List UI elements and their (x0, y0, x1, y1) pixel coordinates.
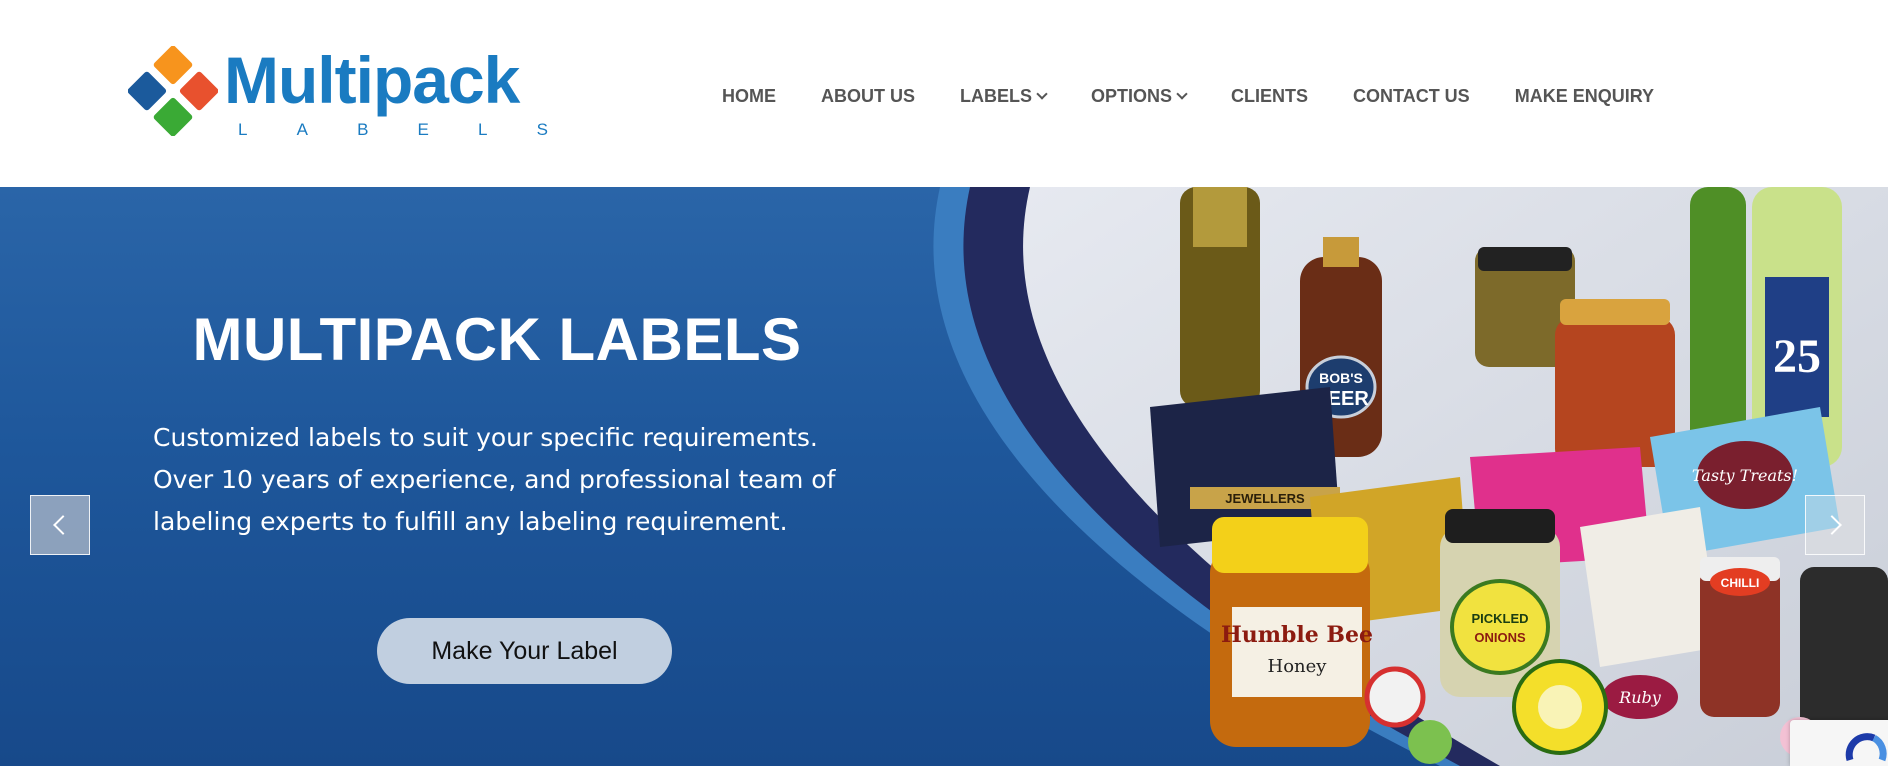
nav-label: LABELS (960, 85, 1032, 106)
photo-label: Honey (1268, 656, 1328, 677)
photo-label: CHILLI (1721, 576, 1760, 590)
logo-sub-letter: S (536, 120, 548, 139)
chevron-left-icon (53, 515, 73, 535)
nav-home[interactable]: HOME (722, 86, 776, 107)
nav-label: HOME (722, 85, 776, 106)
nav-label: ABOUT US (821, 85, 915, 106)
multipack-logo[interactable]: Multipack L A B E L S (128, 43, 553, 140)
chevron-right-icon (1822, 515, 1842, 535)
logo-sub-letter: E (417, 120, 429, 139)
photo-label: PICKLED (1471, 611, 1528, 626)
chevron-down-icon (1176, 87, 1188, 100)
nav-options[interactable]: OPTIONS (1091, 85, 1188, 107)
nav-label: CONTACT US (1353, 85, 1470, 106)
hero-description: Customized labels to suit your specific … (153, 423, 836, 536)
photo-label: Tasty Treats! (1692, 466, 1798, 485)
nav-clients[interactable]: CLIENTS (1231, 86, 1308, 107)
logo-sub-letter: B (357, 120, 369, 139)
nav-label: CLIENTS (1231, 85, 1309, 106)
nav-contact-us[interactable]: CONTACT US (1353, 86, 1470, 107)
slider-next-button[interactable] (1805, 495, 1865, 555)
nav-labels[interactable]: LABELS (960, 85, 1048, 107)
slider-prev-button[interactable] (30, 495, 90, 555)
hero-slider: BOB'S BEER 25 JEWELLERS Tasty Treats! Hu… (0, 187, 1888, 766)
make-your-label-button[interactable]: Make Your Label (377, 618, 672, 684)
logo-subtitle: L A B E L S (238, 120, 548, 140)
photo-label: Ruby (1618, 688, 1662, 707)
recaptcha-badge[interactable] (1790, 720, 1888, 766)
photo-label: Humble Bee (1221, 622, 1373, 648)
photo-label: ONIONS (1474, 630, 1526, 645)
logo-wordmark: Multipack (224, 43, 520, 117)
logo-sub-letter: A (296, 120, 308, 139)
photo-label: 25 (1773, 330, 1821, 383)
main-nav: HOME ABOUT US LABELS OPTIONS CLIENTS CON… (722, 84, 1654, 108)
logo-sub-letter: L (238, 120, 248, 139)
logo-diamond-icon (128, 46, 218, 136)
photo-label: JEWELLERS (1225, 491, 1305, 506)
nav-about-us[interactable]: ABOUT US (821, 86, 915, 107)
site-header: Multipack L A B E L S HOME ABOUT US LABE… (0, 0, 1888, 187)
recaptcha-icon (1845, 733, 1887, 762)
nav-make-enquiry[interactable]: MAKE ENQUIRY (1515, 86, 1654, 107)
nav-label: OPTIONS (1091, 85, 1173, 106)
chevron-down-icon (1036, 87, 1048, 100)
hero-title: MULTIPACK LABELS (192, 306, 802, 373)
nav-label: MAKE ENQUIRY (1514, 85, 1655, 106)
photo-label: BOB'S (1319, 370, 1363, 386)
logo-sub-letter: L (478, 120, 488, 139)
